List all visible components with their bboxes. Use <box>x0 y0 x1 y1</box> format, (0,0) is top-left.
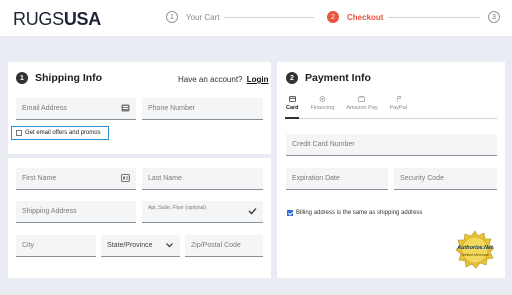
shipping-address-field[interactable]: Shipping Address <box>16 201 136 223</box>
card-number-field[interactable]: Credit Card Number <box>286 134 497 156</box>
email-optin-checkbox[interactable]: Get email offers and promos <box>11 126 109 140</box>
step-number: 1 <box>166 11 178 23</box>
step-your-cart[interactable]: 1 Your Cart <box>166 11 220 23</box>
contact-card-icon <box>121 104 130 112</box>
phone-field[interactable]: Phone Number <box>142 98 263 120</box>
address-line2-select[interactable]: Apt, Suite, Floor (optional) <box>142 201 263 223</box>
checkbox[interactable] <box>287 210 293 216</box>
card-icon <box>288 96 296 102</box>
checkbox[interactable] <box>16 130 22 136</box>
email-field[interactable]: Email Address <box>16 98 136 120</box>
step-connector <box>388 17 480 18</box>
last-name-field[interactable]: Last Name <box>142 168 263 190</box>
shipping-title: Shipping Info <box>35 72 103 84</box>
payment-heading: 2 Payment Info <box>286 72 371 84</box>
step-confirmation: 3 <box>488 11 508 23</box>
first-name-field[interactable]: First Name <box>16 168 136 190</box>
section-number-badge: 2 <box>286 72 298 84</box>
seal-sub-text: Verified Merchant <box>461 253 489 257</box>
step-connector <box>224 17 314 18</box>
tabs-divider <box>286 118 497 119</box>
step-checkout: 2 Checkout <box>327 11 383 23</box>
seal-brand-text: Authorize.Net <box>457 245 493 251</box>
payment-title: Payment Info <box>305 72 371 84</box>
expiration-date-field[interactable]: Expiration Date <box>286 168 388 190</box>
security-code-field[interactable]: Security Code <box>394 168 497 190</box>
zip-field[interactable]: Zip/Postal Code <box>185 235 263 257</box>
city-field[interactable]: City <box>16 235 96 257</box>
active-tab-indicator <box>285 117 299 119</box>
step-label: Checkout <box>347 12 384 22</box>
step-number: 2 <box>327 11 339 23</box>
header-bar: RUGSUSA 1 Your Cart 2 Checkout 3 <box>0 0 512 36</box>
checkmark-icon <box>248 208 257 215</box>
tab-paypal[interactable]: PayPal <box>390 96 407 111</box>
step-number: 3 <box>488 11 500 23</box>
shipping-heading: 1 Shipping Info <box>16 72 102 84</box>
tab-financing[interactable]: Financing <box>311 96 334 111</box>
state-select[interactable]: State/Province <box>101 235 180 257</box>
amazon-pay-icon <box>358 96 366 102</box>
billing-same-checkbox[interactable]: Billing address is the same as shipping … <box>287 210 422 216</box>
contact-card-icon <box>121 174 130 182</box>
section-number-badge: 1 <box>16 72 28 84</box>
tab-amazon-pay[interactable]: Amazon Pay <box>346 96 378 111</box>
step-label: Your Cart <box>186 12 220 22</box>
financing-icon <box>319 96 326 102</box>
rugsusa-logo[interactable]: RUGSUSA <box>13 9 101 30</box>
paypal-icon <box>396 96 401 102</box>
tab-card[interactable]: Card <box>286 96 299 111</box>
account-prompt: Have an account? Login <box>178 75 269 84</box>
payment-method-tabs: Card Financing Amazon Pay PayPal <box>286 96 419 111</box>
login-link[interactable]: Login <box>247 75 269 84</box>
chevron-down-icon <box>166 243 173 248</box>
